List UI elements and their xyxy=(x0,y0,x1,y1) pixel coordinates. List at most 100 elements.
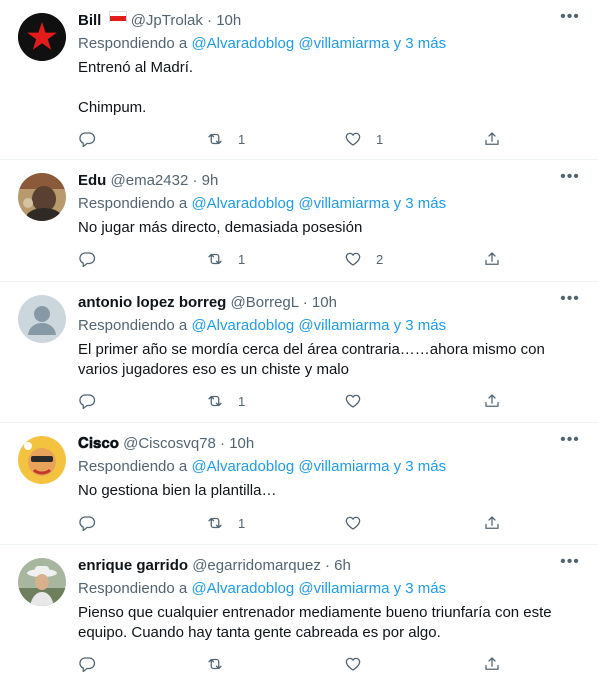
share-icon xyxy=(485,132,499,145)
reply-button[interactable] xyxy=(78,513,96,533)
share-button[interactable] xyxy=(483,249,501,269)
avatar[interactable] xyxy=(18,436,66,484)
display-name[interactable]: Bill xyxy=(78,12,101,29)
timestamp[interactable]: 10h xyxy=(229,435,254,452)
user-handle[interactable]: @Ciscosvq78 xyxy=(123,435,216,452)
share-button[interactable] xyxy=(483,391,501,411)
retweet-icon xyxy=(208,395,222,407)
share-icon xyxy=(485,394,499,407)
replying-to-users-link[interactable]: @Alvaradoblog @villamiarma y 3 más xyxy=(191,35,446,52)
user-handle[interactable]: @ema2432 xyxy=(111,172,189,189)
retweet-button[interactable]: 1 xyxy=(206,391,245,411)
user-handle[interactable]: @BorregL xyxy=(231,294,299,311)
like-button[interactable]: 1 xyxy=(344,129,383,149)
heart-icon xyxy=(345,516,361,530)
display-name[interactable]: 𝐂𝐢𝐬𝐜𝐨 xyxy=(78,435,119,452)
share-button[interactable] xyxy=(483,513,501,533)
replying-to: Respondiendo a @Alvaradoblog @villamiarm… xyxy=(78,457,582,477)
replying-to: Respondiendo a @Alvaradoblog @villamiarm… xyxy=(78,579,582,599)
reply-button[interactable] xyxy=(78,129,96,149)
retweet-icon xyxy=(208,658,222,670)
retweet-button[interactable]: 1 xyxy=(206,513,245,533)
retweet-button[interactable]: 1 xyxy=(206,129,245,149)
replying-to: Respondiendo a @Alvaradoblog @villamiarm… xyxy=(78,194,582,214)
reply-button[interactable] xyxy=(78,249,96,269)
timestamp[interactable]: 10h xyxy=(312,294,337,311)
tweet[interactable]: antonio lopez borreg @BorregL · 10h Resp… xyxy=(0,282,598,423)
user-handle[interactable]: @JpTrolak xyxy=(131,12,203,29)
reply-button[interactable] xyxy=(78,654,96,674)
like-count: 1 xyxy=(376,131,384,147)
tweet-header: enrique garrido @egarridomarquez · 6h xyxy=(78,556,582,576)
flag-icon xyxy=(108,11,127,26)
avatar[interactable] xyxy=(18,13,66,61)
heart-icon xyxy=(345,132,361,146)
tweet-actions: 1 2 xyxy=(78,249,508,269)
tweet-actions xyxy=(78,654,508,674)
heart-icon xyxy=(345,252,361,266)
replying-to-users-link[interactable]: @Alvaradoblog @villamiarma y 3 más xyxy=(191,580,446,597)
user-handle[interactable]: @egarridomarquez xyxy=(192,557,321,574)
reply-icon xyxy=(79,252,96,268)
tweet[interactable]: Edu @ema2432 · 9h Respondiendo a @Alvara… xyxy=(0,160,598,282)
reply-icon xyxy=(79,132,96,148)
reply-button[interactable] xyxy=(78,391,96,411)
separator-dot: · xyxy=(302,294,308,311)
display-name[interactable]: antonio lopez borreg xyxy=(78,294,226,311)
more-options-icon[interactable]: ••• xyxy=(560,432,580,453)
separator-dot: · xyxy=(325,557,330,574)
tweet-actions: 1 1 xyxy=(78,129,508,149)
retweet-count: 1 xyxy=(238,131,246,147)
retweet-button[interactable] xyxy=(206,654,238,674)
like-button[interactable] xyxy=(344,654,376,674)
share-icon xyxy=(485,252,499,265)
like-button[interactable]: 2 xyxy=(344,249,383,269)
display-name[interactable]: Edu xyxy=(78,172,106,189)
user-photo-avatar-image xyxy=(18,173,66,221)
tweet-text: Entrenó al Madrí. Chimpum. xyxy=(78,59,194,116)
more-options-icon[interactable]: ••• xyxy=(560,9,580,30)
replying-to-users-link[interactable]: @Alvaradoblog @villamiarma y 3 más xyxy=(191,458,446,475)
tweet[interactable]: Bill @JpTrolak · 10h Respondiendo a @Alv… xyxy=(0,0,598,160)
more-options-icon[interactable]: ••• xyxy=(560,169,580,190)
share-button[interactable] xyxy=(483,654,501,674)
reply-icon xyxy=(79,657,96,673)
default-avatar-image xyxy=(18,295,66,343)
like-button[interactable] xyxy=(344,391,376,411)
timestamp[interactable]: 10h xyxy=(216,12,241,29)
more-options-icon[interactable]: ••• xyxy=(560,291,580,312)
replying-to-users-link[interactable]: @Alvaradoblog @villamiarma y 3 más xyxy=(191,317,446,334)
share-icon xyxy=(485,657,499,670)
reply-icon xyxy=(79,394,96,410)
replying-to-users-link[interactable]: @Alvaradoblog @villamiarma y 3 más xyxy=(191,195,446,212)
retweet-icon xyxy=(208,133,222,145)
tweet-header: Edu @ema2432 · 9h xyxy=(78,171,582,191)
retweet-icon xyxy=(208,517,222,529)
like-button[interactable] xyxy=(344,513,376,533)
avatar[interactable] xyxy=(18,295,66,343)
retweet-count: 1 xyxy=(238,393,246,409)
share-button[interactable] xyxy=(483,129,501,149)
timestamp[interactable]: 9h xyxy=(202,172,219,189)
heart-icon xyxy=(345,657,361,671)
tweet-header: antonio lopez borreg @BorregL · 10h xyxy=(78,293,582,313)
timestamp[interactable]: 6h xyxy=(334,557,351,574)
heart-icon xyxy=(345,394,361,408)
tweet-header: Bill @JpTrolak · 10h xyxy=(78,11,582,31)
tweet[interactable]: 𝐂𝐢𝐬𝐜𝐨 @Ciscosvq78 · 10h Respondiendo a @… xyxy=(0,423,598,545)
tweet-header: 𝐂𝐢𝐬𝐜𝐨 @Ciscosvq78 · 10h xyxy=(78,434,582,454)
avatar[interactable] xyxy=(18,173,66,221)
tweet-text: Pienso que cualquier entrenador mediamen… xyxy=(78,604,556,641)
replying-to-label: Respondiendo a xyxy=(78,458,192,475)
red-star-avatar-image xyxy=(18,13,66,61)
tweet[interactable]: enrique garrido @egarridomarquez · 6h Re… xyxy=(0,545,598,681)
avatar[interactable] xyxy=(18,558,66,606)
retweet-button[interactable]: 1 xyxy=(206,249,245,269)
replying-to: Respondiendo a @Alvaradoblog @villamiarm… xyxy=(78,34,582,54)
separator-dot: · xyxy=(207,12,213,29)
display-name[interactable]: enrique garrido xyxy=(78,557,188,574)
replying-to-label: Respondiendo a xyxy=(78,580,192,597)
separator-dot: · xyxy=(192,172,198,189)
retweet-count: 1 xyxy=(238,251,246,267)
more-options-icon[interactable]: ••• xyxy=(560,554,580,575)
